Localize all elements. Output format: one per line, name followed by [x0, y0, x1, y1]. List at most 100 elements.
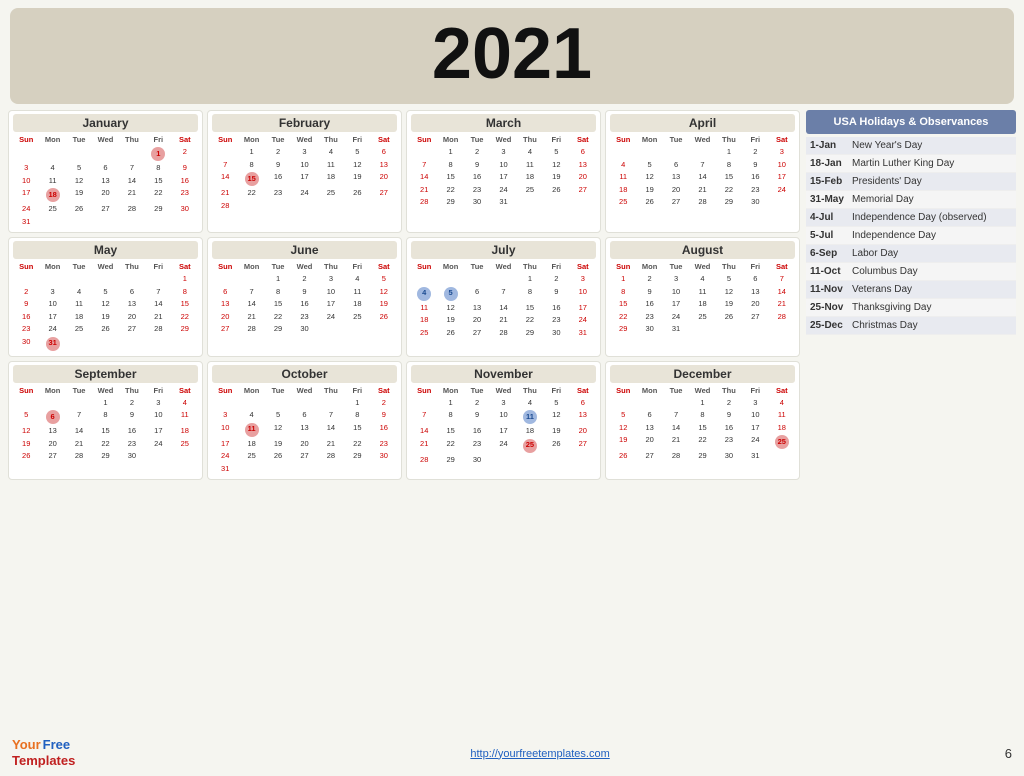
day-cell — [464, 273, 490, 286]
day-cell: 18 — [769, 422, 795, 435]
day-cell: 10 — [742, 409, 768, 422]
day-cell: 29 — [437, 454, 463, 467]
day-cell: 5 — [543, 397, 569, 410]
day-cell — [265, 463, 291, 476]
day-header-wed: Wed — [490, 261, 516, 272]
day-header-sat: Sat — [769, 134, 795, 145]
day-cell: 17 — [490, 171, 516, 184]
day-cell: 31 — [39, 336, 65, 352]
day-cell: 18 — [39, 187, 65, 203]
day-cell: 3 — [212, 409, 238, 422]
day-cell — [172, 336, 198, 352]
day-cell — [66, 336, 92, 352]
day-cell: 18 — [238, 438, 264, 451]
day-cell: 16 — [464, 171, 490, 184]
holiday-row: 15-FebPresidents' Day — [806, 173, 1016, 191]
month-january: JanuarySunMonTueWedThuFriSat123456789101… — [8, 110, 203, 233]
day-header-mon: Mon — [39, 134, 65, 145]
day-cell — [92, 146, 118, 162]
day-cell: 8 — [238, 159, 264, 172]
day-cell: 23 — [543, 314, 569, 327]
day-grid: 1234567891011121314151617181920212223242… — [212, 273, 397, 336]
day-cell: 1 — [238, 146, 264, 159]
day-cell: 29 — [145, 203, 171, 216]
day-cell: 29 — [265, 323, 291, 336]
day-cell: 23 — [464, 184, 490, 197]
day-header-mon: Mon — [437, 134, 463, 145]
day-cell: 19 — [265, 438, 291, 451]
day-cell: 12 — [716, 286, 742, 299]
holiday-name: New Year's Day — [852, 140, 922, 151]
day-header-sun: Sun — [212, 385, 238, 396]
day-cell: 7 — [769, 273, 795, 286]
day-cell: 29 — [517, 327, 543, 340]
day-header-thu: Thu — [716, 134, 742, 145]
day-cell: 21 — [318, 438, 344, 451]
day-cell: 20 — [636, 434, 662, 450]
day-cell: 10 — [291, 159, 317, 172]
day-cell: 28 — [663, 450, 689, 463]
day-cell: 19 — [636, 184, 662, 197]
day-cell: 19 — [610, 434, 636, 450]
day-cell — [172, 216, 198, 229]
day-cell: 21 — [411, 184, 437, 197]
day-cell — [371, 323, 397, 336]
day-cell: 28 — [490, 327, 516, 340]
day-cell: 11 — [318, 159, 344, 172]
day-cell — [145, 273, 171, 286]
day-cell: 30 — [636, 323, 662, 336]
day-cell: 2 — [371, 397, 397, 410]
day-cell: 1 — [172, 273, 198, 286]
day-header-thu: Thu — [517, 261, 543, 272]
holiday-name: Independence Day — [852, 230, 936, 241]
day-cell: 4 — [610, 159, 636, 172]
day-cell: 31 — [13, 216, 39, 229]
day-cell: 18 — [517, 171, 543, 184]
day-cell: 29 — [716, 196, 742, 209]
day-cell: 29 — [437, 196, 463, 209]
day-cell: 15 — [437, 425, 463, 438]
month-name-july: July — [411, 241, 596, 259]
day-cell: 8 — [716, 159, 742, 172]
day-cell: 12 — [344, 159, 370, 172]
day-header-tue: Tue — [265, 261, 291, 272]
day-cell: 10 — [212, 422, 238, 438]
day-cell: 12 — [636, 171, 662, 184]
day-header-tue: Tue — [464, 261, 490, 272]
day-cell: 31 — [663, 323, 689, 336]
day-cell: 6 — [636, 409, 662, 422]
day-cell: 28 — [212, 200, 238, 213]
day-cell: 17 — [291, 171, 317, 187]
day-header-mon: Mon — [636, 134, 662, 145]
day-cell — [119, 216, 145, 229]
day-cell: 1 — [437, 397, 463, 410]
day-cell: 18 — [172, 425, 198, 438]
day-cell: 17 — [13, 187, 39, 203]
day-cell: 15 — [344, 422, 370, 438]
day-cell: 24 — [769, 184, 795, 197]
day-cell: 21 — [663, 434, 689, 450]
month-august: AugustSunMonTueWedThuFriSat1234567891011… — [605, 237, 800, 357]
day-cell — [570, 454, 596, 467]
day-cell: 20 — [92, 187, 118, 203]
day-cell: 9 — [742, 159, 768, 172]
footer-url[interactable]: http://yourfreetemplates.com — [470, 748, 609, 760]
day-cell: 21 — [145, 311, 171, 324]
month-february: FebruarySunMonTueWedThuFriSat12345678910… — [207, 110, 402, 233]
day-header-sun: Sun — [610, 385, 636, 396]
day-header-sun: Sun — [212, 134, 238, 145]
day-cell: 8 — [517, 286, 543, 302]
day-cell: 27 — [570, 184, 596, 197]
day-cell: 6 — [371, 146, 397, 159]
day-cell: 17 — [663, 298, 689, 311]
year-header: 2021 — [10, 8, 1014, 104]
day-cell — [663, 146, 689, 159]
month-march: MarchSunMonTueWedThuFriSat12345678910111… — [406, 110, 601, 233]
day-cell — [39, 216, 65, 229]
day-cell: 21 — [689, 184, 715, 197]
day-header-fri: Fri — [145, 261, 171, 272]
day-cell: 3 — [13, 162, 39, 175]
day-cell: 24 — [291, 187, 317, 200]
day-cell: 9 — [464, 159, 490, 172]
day-cell: 6 — [570, 397, 596, 410]
